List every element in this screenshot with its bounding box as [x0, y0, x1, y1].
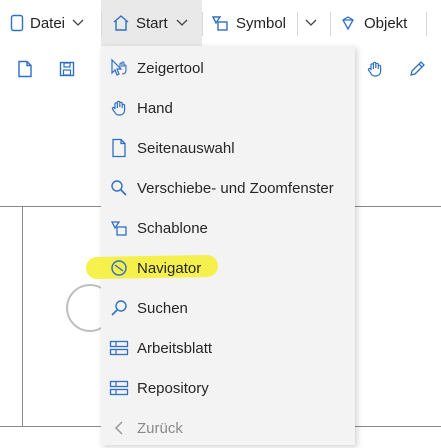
save-icon [59, 61, 75, 82]
menu-item-label: Navigator [137, 259, 202, 277]
diamond-icon [340, 15, 356, 31]
hand-tool-button[interactable] [364, 60, 386, 82]
canvas-line [0, 206, 101, 207]
separator [330, 12, 331, 36]
menu-item-hand[interactable]: Hand [101, 88, 355, 128]
chevron-down-icon [305, 19, 317, 27]
repository-icon [109, 378, 129, 398]
menu-item-arbeitsblatt[interactable]: Arbeitsblatt [101, 328, 355, 368]
menu-item-label: Hand [137, 99, 173, 117]
object-tab[interactable]: Objekt [340, 0, 407, 46]
menu-item-schablone[interactable]: Schablone [101, 208, 355, 248]
separator [426, 12, 427, 36]
page-icon [109, 138, 129, 158]
menu-item-label: Schablone [137, 219, 208, 237]
save-button[interactable] [56, 60, 78, 82]
symbol-tab[interactable]: Symbol [210, 0, 286, 46]
menu-item-verschiebe-zoomfenster[interactable]: Verschiebe- und Zoomfenster [101, 168, 355, 208]
worksheet-icon [109, 338, 129, 358]
menu-item-zurueck[interactable]: Zurück [101, 408, 355, 448]
new-document-button[interactable] [14, 60, 36, 82]
start-tab-label: Start [136, 14, 168, 32]
symbol-tab-label: Symbol [236, 14, 287, 32]
menu-item-repository[interactable]: Repository [101, 368, 355, 408]
pen-icon [408, 60, 426, 83]
file-tab[interactable]: Datei [10, 0, 84, 46]
ribbon-tab-bar: Datei Start Symbol Objekt [0, 0, 441, 46]
menu-item-label: Zeigertool [137, 59, 204, 77]
canvas-line [355, 426, 441, 427]
object-tab-label: Objekt [364, 14, 408, 32]
menu-item-label: Zurück [137, 419, 183, 437]
symbol-icon [210, 14, 230, 32]
home-icon [112, 14, 130, 32]
pen-tool-button[interactable] [406, 60, 428, 82]
menu-item-label: Verschiebe- und Zoomfenster [137, 179, 334, 197]
back-chevron-icon [109, 418, 129, 438]
zoom-icon [109, 178, 129, 198]
menu-item-seitenauswahl[interactable]: Seitenauswahl [101, 128, 355, 168]
separator [101, 12, 102, 36]
menu-item-label: Suchen [137, 299, 188, 317]
menu-item-label: Arbeitsblatt [137, 339, 213, 357]
menu-item-label: Seitenauswahl [137, 139, 235, 157]
start-tab[interactable]: Start [112, 0, 188, 46]
separator [297, 12, 298, 36]
symbol-dropdown[interactable] [305, 0, 317, 46]
canvas-line [0, 426, 101, 427]
pointer-tool-icon [109, 58, 129, 78]
chevron-down-icon [176, 19, 188, 27]
menu-item-label: Repository [137, 379, 209, 397]
start-menu: Zeigertool Hand Seitenauswahl Verschiebe… [85, 46, 355, 448]
menu-item-zeigertool[interactable]: Zeigertool [101, 48, 355, 88]
canvas-line [355, 206, 441, 207]
hand-icon [366, 60, 384, 83]
chevron-down-icon [72, 19, 84, 27]
search-icon [109, 298, 129, 318]
new-document-icon [17, 60, 33, 83]
file-icon [10, 14, 24, 32]
menu-item-suchen[interactable]: Suchen [101, 288, 355, 328]
file-tab-label: Datei [30, 14, 66, 32]
navigator-icon [109, 258, 129, 278]
menu-item-navigator[interactable]: Navigator [101, 248, 355, 288]
canvas-line [22, 206, 23, 426]
separator [202, 12, 203, 36]
hand-icon [109, 98, 129, 118]
stencil-icon [109, 218, 129, 238]
